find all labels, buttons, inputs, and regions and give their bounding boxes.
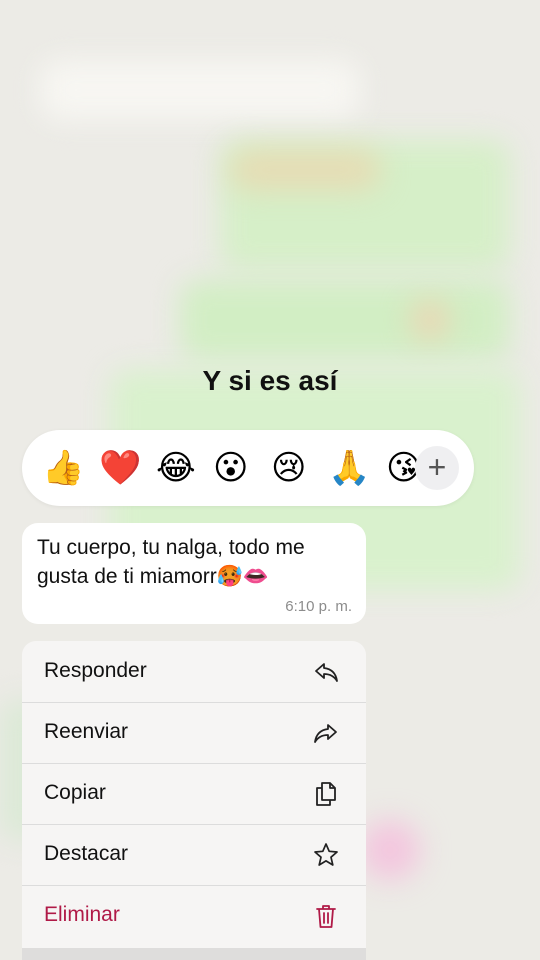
blurred-message (40, 60, 360, 120)
menu-item-label: Eliminar (44, 903, 120, 926)
blurred-message (230, 150, 380, 190)
menu-item-label: Destacar (44, 842, 129, 865)
context-menu: Responder Reenviar Copiar Destacar Elimi… (22, 641, 366, 960)
reaction-heart[interactable]: ❤️ (99, 446, 141, 490)
forward-icon (314, 724, 337, 743)
reply-icon (315, 663, 338, 682)
copy-icon (316, 782, 336, 806)
reaction-pray[interactable]: 🙏 (328, 446, 370, 490)
menu-item-label: Responder (44, 659, 147, 682)
menu-divider (22, 948, 366, 960)
reaction-crying[interactable]: 😢 (271, 446, 306, 490)
blurred-message (180, 280, 510, 360)
selected-message-bubble[interactable]: Tu cuerpo, tu nalga, todo me gusta de ti… (22, 523, 366, 624)
star-menu-item[interactable]: Destacar (22, 824, 366, 886)
reaction-bar: 👍 ❤️ 😂 😮 😢 🙏 😘 + (22, 430, 474, 506)
menu-item-label: Copiar (44, 781, 106, 804)
trash-icon (316, 905, 336, 928)
blurred-emoji (410, 300, 450, 340)
blurred-sticker (360, 820, 420, 880)
menu-item-label: Reenviar (44, 720, 129, 743)
reply-menu-item[interactable]: Responder (22, 641, 366, 703)
reaction-surprised[interactable]: 😮 (213, 446, 248, 490)
star-icon (314, 843, 338, 866)
reaction-thumbs-up[interactable]: 👍 (42, 446, 84, 490)
message-time: 6:10 p. m. (285, 598, 352, 615)
chat-title: Y si es así (202, 365, 338, 396)
forward-menu-item[interactable]: Reenviar (22, 702, 366, 764)
copy-menu-item[interactable]: Copiar (22, 763, 366, 825)
message-text: Tu cuerpo, tu nalga, todo me gusta de ti… (37, 536, 305, 588)
reaction-laughing[interactable]: 😂 (156, 446, 196, 490)
delete-menu-item[interactable]: Eliminar (22, 885, 366, 946)
more-reactions-button[interactable]: + (415, 446, 459, 490)
